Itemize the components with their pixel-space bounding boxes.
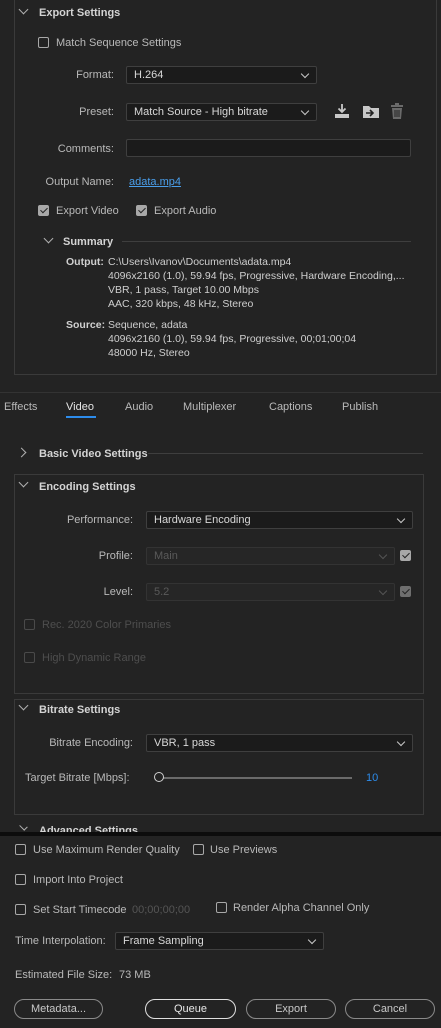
import-into-project-label[interactable]: Import Into Project bbox=[33, 874, 123, 886]
profile-select[interactable]: Main bbox=[146, 547, 395, 565]
chevron-down-icon bbox=[378, 586, 388, 596]
output-name-label: Output Name: bbox=[45, 176, 114, 188]
chevron-down-icon bbox=[307, 935, 317, 945]
rec2020-label[interactable]: Rec. 2020 Color Primaries bbox=[42, 619, 171, 631]
summary-divider bbox=[122, 241, 411, 242]
start-timecode-label[interactable]: Set Start Timecode bbox=[33, 904, 127, 916]
tab-multiplexer[interactable]: Multiplexer bbox=[183, 401, 236, 413]
tab-publish[interactable]: Publish bbox=[342, 401, 378, 413]
summary-title: Summary bbox=[63, 236, 114, 248]
use-previews-label[interactable]: Use Previews bbox=[210, 844, 277, 856]
basic-video-divider bbox=[148, 453, 423, 454]
match-sequence-label[interactable]: Match Sequence Settings bbox=[56, 37, 181, 49]
tab-video-underline bbox=[66, 416, 96, 418]
chevron-down-icon bbox=[378, 550, 388, 560]
performance-label: Performance: bbox=[66, 514, 133, 526]
preset-select[interactable]: Match Source - High bitrate bbox=[126, 103, 317, 121]
start-timecode-checkbox[interactable] bbox=[15, 904, 26, 915]
delete-preset-icon[interactable] bbox=[390, 103, 404, 119]
bitrate-encoding-select[interactable]: VBR, 1 pass bbox=[146, 734, 413, 752]
save-preset-icon[interactable] bbox=[334, 103, 350, 119]
hdr-label[interactable]: High Dynamic Range bbox=[42, 652, 146, 664]
summary-source-line-3: 48000 Hz, Stereo bbox=[108, 347, 190, 359]
target-bitrate-value[interactable]: 10 bbox=[366, 772, 378, 784]
bitrate-settings-panel bbox=[14, 699, 424, 815]
collapse-advanced-icon[interactable] bbox=[19, 822, 28, 831]
time-interpolation-value: Frame Sampling bbox=[123, 935, 204, 947]
estimated-file-size-label: Estimated File Size: bbox=[15, 969, 113, 981]
cancel-button[interactable]: Cancel bbox=[345, 999, 435, 1019]
match-sequence-checkbox[interactable] bbox=[38, 37, 49, 48]
chevron-down-icon bbox=[300, 106, 310, 116]
import-preset-icon[interactable] bbox=[362, 103, 380, 119]
performance-select[interactable]: Hardware Encoding bbox=[146, 511, 413, 529]
render-alpha-label[interactable]: Render Alpha Channel Only bbox=[233, 902, 369, 914]
render-alpha-checkbox[interactable] bbox=[216, 902, 227, 913]
summary-source-label: Source: bbox=[66, 319, 106, 331]
basic-video-title[interactable]: Basic Video Settings bbox=[39, 448, 148, 460]
summary-output-line-1: C:\Users\Ivanov\Documents\adata.mp4 bbox=[108, 256, 292, 268]
scroll-divider bbox=[0, 832, 441, 836]
tab-video[interactable]: Video bbox=[66, 401, 94, 413]
export-audio-label[interactable]: Export Audio bbox=[154, 205, 216, 217]
level-value: 5.2 bbox=[154, 586, 170, 598]
bitrate-settings-title: Bitrate Settings bbox=[39, 704, 121, 716]
tab-bar-divider bbox=[0, 392, 441, 393]
preset-value: Match Source - High bitrate bbox=[134, 106, 268, 118]
performance-value: Hardware Encoding bbox=[154, 514, 251, 526]
import-into-project-checkbox[interactable] bbox=[15, 874, 26, 885]
target-bitrate-label: Target Bitrate [Mbps]: bbox=[25, 772, 130, 784]
summary-output-line-2: 4096x2160 (1.0), 59.94 fps, Progressive,… bbox=[108, 270, 405, 282]
level-select[interactable]: 5.2 bbox=[146, 583, 395, 601]
chevron-down-icon bbox=[396, 737, 406, 747]
tab-audio[interactable]: Audio bbox=[125, 401, 153, 413]
output-name-link[interactable]: adata.mp4 bbox=[129, 176, 181, 188]
queue-button[interactable]: Queue bbox=[145, 999, 236, 1019]
rec2020-checkbox[interactable] bbox=[24, 619, 35, 630]
level-label: Level: bbox=[103, 586, 133, 598]
summary-source-line-2: 4096x2160 (1.0), 59.94 fps, Progressive,… bbox=[108, 333, 357, 345]
tab-captions[interactable]: Captions bbox=[269, 401, 312, 413]
use-previews-checkbox[interactable] bbox=[193, 844, 204, 855]
metadata-button[interactable]: Metadata... bbox=[14, 999, 103, 1019]
profile-label: Profile: bbox=[98, 550, 133, 562]
level-checkbox[interactable] bbox=[400, 586, 411, 597]
format-value: H.264 bbox=[134, 69, 164, 81]
preset-label: Preset: bbox=[79, 106, 114, 118]
format-select[interactable]: H.264 bbox=[126, 66, 317, 84]
format-label: Format: bbox=[76, 69, 114, 81]
chevron-down-icon bbox=[396, 514, 406, 524]
export-audio-checkbox[interactable] bbox=[136, 205, 147, 216]
export-video-label[interactable]: Export Video bbox=[56, 205, 119, 217]
target-bitrate-slider-thumb[interactable] bbox=[154, 772, 164, 782]
time-interpolation-select[interactable]: Frame Sampling bbox=[115, 932, 324, 950]
encoding-settings-title: Encoding Settings bbox=[39, 481, 136, 493]
expand-basic-video-icon[interactable] bbox=[16, 447, 27, 458]
target-bitrate-track[interactable] bbox=[159, 777, 352, 779]
start-timecode-value[interactable]: 00;00;00;00 bbox=[132, 904, 190, 916]
export-button[interactable]: Export bbox=[246, 999, 336, 1019]
summary-source-line-1: Sequence, adata bbox=[108, 319, 188, 331]
comments-label: Comments: bbox=[57, 143, 114, 155]
bitrate-encoding-label: Bitrate Encoding: bbox=[49, 737, 133, 749]
export-video-checkbox[interactable] bbox=[38, 205, 49, 216]
max-render-quality-label[interactable]: Use Maximum Render Quality bbox=[33, 844, 180, 856]
chevron-down-icon bbox=[300, 69, 310, 79]
tab-effects[interactable]: Effects bbox=[4, 401, 37, 413]
profile-checkbox[interactable] bbox=[400, 550, 411, 561]
export-settings-title: Export Settings bbox=[39, 7, 121, 19]
estimated-file-size-value: 73 MB bbox=[119, 969, 151, 981]
profile-value: Main bbox=[154, 550, 178, 562]
time-interpolation-label: Time Interpolation: bbox=[15, 935, 106, 947]
max-render-quality-checkbox[interactable] bbox=[15, 844, 26, 855]
summary-output-line-4: AAC, 320 kbps, 48 kHz, Stereo bbox=[108, 298, 254, 310]
summary-output-label: Output: bbox=[66, 256, 104, 268]
summary-output-line-3: VBR, 1 pass, Target 10.00 Mbps bbox=[108, 284, 259, 296]
comments-input[interactable] bbox=[126, 139, 411, 157]
bitrate-encoding-value: VBR, 1 pass bbox=[154, 737, 216, 749]
hdr-checkbox[interactable] bbox=[24, 652, 35, 663]
